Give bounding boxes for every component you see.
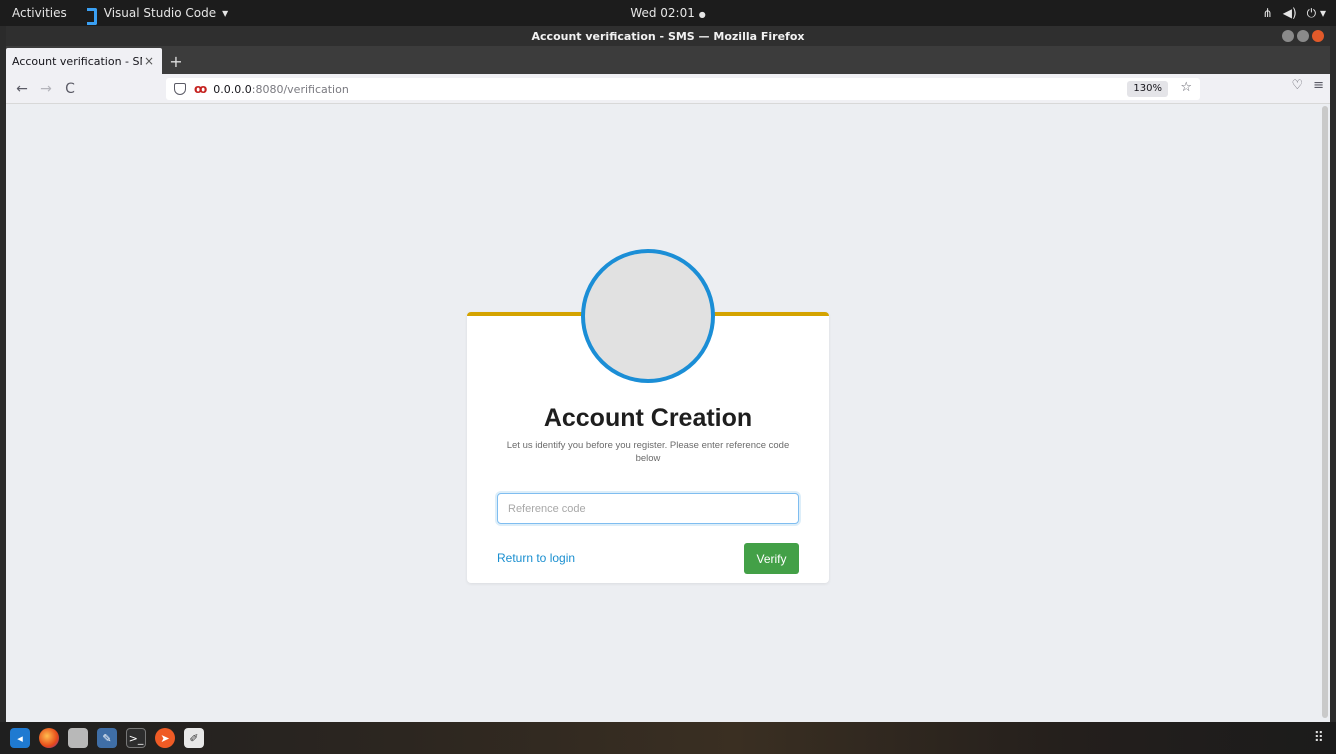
verify-button[interactable]: Verify: [744, 543, 799, 574]
window-title-bar: Account verification - SMS — Mozilla Fir…: [6, 26, 1330, 46]
minimize-button[interactable]: [1282, 30, 1294, 42]
url-bar[interactable]: ꝏ 0.0.0.0:8080/verification 130% ☆: [166, 78, 1200, 100]
toolbar-right: ♡ ≡: [1291, 78, 1324, 93]
window-controls: [1282, 30, 1324, 42]
maximize-button[interactable]: [1297, 30, 1309, 42]
firefox-icon[interactable]: [39, 728, 59, 748]
avatar: [581, 249, 715, 383]
tracking-shield-icon[interactable]: [174, 83, 186, 95]
bookmark-star-icon[interactable]: ☆: [1180, 80, 1192, 95]
show-apps-icon[interactable]: ⠿: [1314, 730, 1324, 746]
page-title: Account Creation: [543, 404, 753, 432]
power-icon: ⏻ ▾: [1306, 5, 1326, 20]
vscode-icon: [85, 7, 98, 25]
return-to-login-link[interactable]: Return to login: [497, 551, 575, 565]
tab-title: Account verification - SMS: [12, 54, 142, 68]
network-icon: ⋔: [1262, 6, 1273, 20]
reload-button[interactable]: C: [58, 77, 82, 101]
tab-strip: Account verification - SMS × +: [6, 46, 1330, 74]
insecure-lock-icon[interactable]: ꝏ: [194, 82, 207, 96]
page-viewport: Account Creation Let us identify you bef…: [6, 104, 1330, 722]
new-tab-button[interactable]: +: [162, 48, 190, 74]
navigation-bar: ← → C ꝏ 0.0.0.0:8080/verification 130% ☆…: [6, 74, 1330, 104]
scrollbar[interactable]: [1322, 106, 1328, 718]
postman-icon[interactable]: ➤: [155, 728, 175, 748]
close-window-button[interactable]: [1312, 30, 1324, 42]
back-button[interactable]: ←: [10, 77, 34, 101]
forward-button[interactable]: →: [34, 77, 58, 101]
page-subtitle: Let us identify you before you register.…: [506, 440, 790, 464]
url-path: :8080/verification: [251, 82, 349, 96]
reference-code-input[interactable]: [497, 493, 799, 524]
files-icon[interactable]: [68, 728, 88, 748]
app-menu-label: Visual Studio Code: [103, 6, 217, 20]
clock[interactable]: Wed 02:01 ●: [630, 6, 705, 20]
zoom-level-button[interactable]: 130%: [1127, 81, 1168, 97]
gnome-top-bar: Activities Visual Studio Code ▾ Wed 02:0…: [0, 0, 1336, 26]
text-editor-icon[interactable]: ✐: [184, 728, 204, 748]
app-menu[interactable]: Visual Studio Code ▾: [85, 6, 229, 25]
hamburger-menu-icon[interactable]: ≡: [1313, 78, 1324, 93]
url-host: 0.0.0.0: [213, 82, 252, 96]
dock: ◂ ✎ >_ ➤ ✐ ⠿: [0, 722, 1336, 754]
vscode-icon[interactable]: ◂: [10, 728, 30, 748]
window-title: Account verification - SMS — Mozilla Fir…: [531, 29, 805, 43]
tab-close-icon[interactable]: ×: [142, 54, 156, 68]
editor-icon[interactable]: ✎: [97, 728, 117, 748]
system-status[interactable]: ⋔ ◀) ⏻ ▾: [1263, 0, 1326, 26]
tab-account-verification[interactable]: Account verification - SMS ×: [6, 48, 162, 74]
chevron-down-icon: ▾: [222, 6, 229, 20]
terminal-icon[interactable]: >_: [126, 728, 146, 748]
activities-button[interactable]: Activities: [12, 6, 67, 20]
volume-icon: ◀): [1282, 6, 1297, 20]
pocket-icon[interactable]: ♡: [1291, 78, 1303, 93]
